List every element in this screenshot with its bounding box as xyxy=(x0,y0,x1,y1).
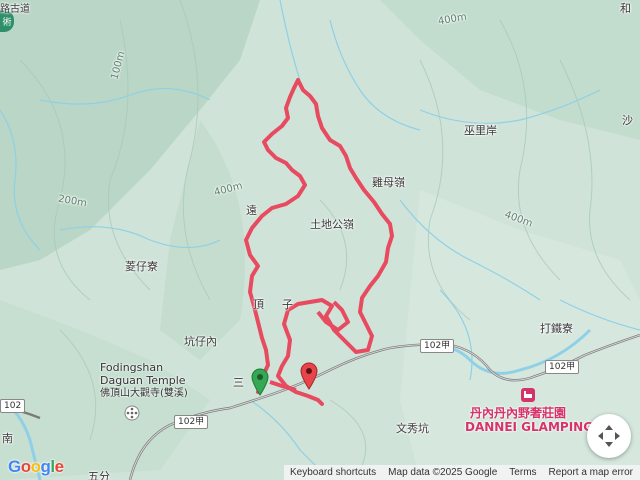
map-footer: Keyboard shortcuts Map data ©2025 Google… xyxy=(284,465,640,480)
glamping-name-zh[interactable]: 丹內丹內野奢莊園 xyxy=(470,404,566,421)
place-label: 沙 xyxy=(622,114,633,127)
map-camera-control-button[interactable] xyxy=(587,414,631,458)
move-arrows-icon xyxy=(598,425,620,447)
place-label: 三 xyxy=(233,376,244,389)
road-shield: 102甲 xyxy=(420,339,455,353)
place-label: 菱仔寮 xyxy=(125,260,158,273)
glamping-name-en[interactable]: DANNEI GLAMPING xyxy=(465,420,593,434)
place-label: 南 xyxy=(2,432,13,445)
place-label: 雞母嶺 xyxy=(372,176,405,189)
place-label: 頂 xyxy=(253,298,264,311)
road-shield: 102 xyxy=(0,399,26,413)
temple-name-zh: 佛頂山大觀寺(雙溪) xyxy=(100,388,188,399)
google-logo: Google xyxy=(8,457,64,476)
temple-poi[interactable]: Fodingshan Daguan Temple 佛頂山大觀寺(雙溪) xyxy=(100,361,188,400)
map-data-attribution: Map data ©2025 Google xyxy=(388,467,498,478)
lodging-icon xyxy=(521,388,535,402)
end-marker-icon[interactable] xyxy=(300,362,318,390)
place-label: 路古道 xyxy=(0,4,30,15)
place-label: 子 xyxy=(282,298,293,311)
place-label: 文秀坑 xyxy=(396,422,429,435)
place-label: 巫里岸 xyxy=(464,124,497,137)
place-label: 和 xyxy=(620,2,631,15)
road-shield: 102甲 xyxy=(545,360,580,374)
report-map-error-link[interactable]: Report a map error xyxy=(549,467,633,478)
road-shield: 102甲 xyxy=(174,415,209,429)
temple-name-en-1: Fodingshan xyxy=(100,361,164,374)
place-label: 五分 xyxy=(88,470,110,480)
place-label: 遠 xyxy=(246,204,257,217)
map-canvas[interactable]: 術 路古道 和 400m 400m 200m 100m 400m 土地公嶺 雞母… xyxy=(0,0,640,480)
terms-link[interactable]: Terms xyxy=(509,467,536,478)
temple-name-en-2: Daguan Temple xyxy=(100,374,186,387)
place-label: 打鐵寮 xyxy=(540,322,573,335)
place-label: 土地公嶺 xyxy=(310,218,354,231)
place-label: 坑仔內 xyxy=(184,335,217,348)
temple-icon xyxy=(124,405,140,421)
keyboard-shortcuts-link[interactable]: Keyboard shortcuts xyxy=(290,467,376,478)
start-marker-icon[interactable] xyxy=(251,368,269,396)
